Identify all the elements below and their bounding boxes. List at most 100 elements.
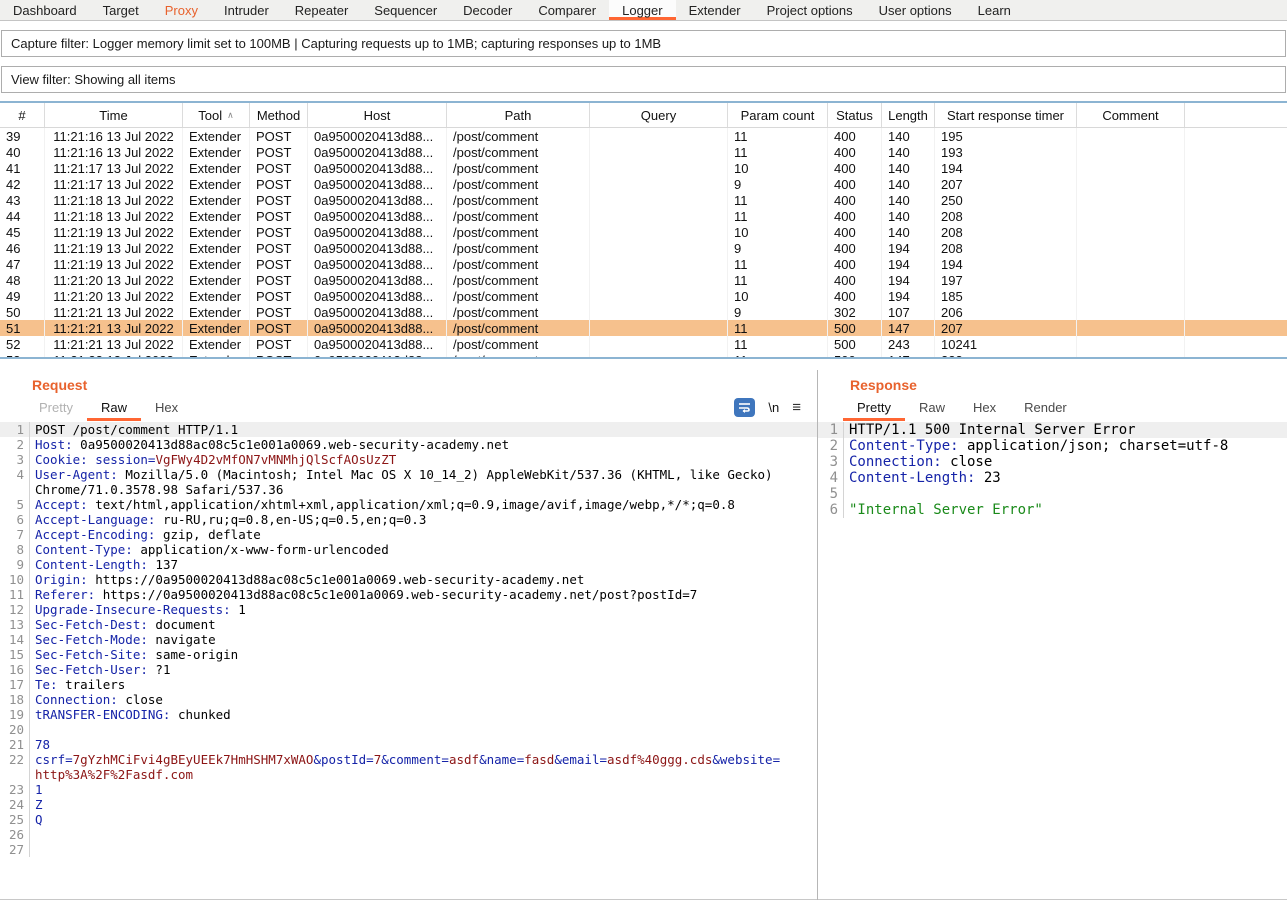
table-row[interactable]: 4611:21:19 13 Jul 2022ExtenderPOST0a9500… bbox=[0, 240, 1287, 256]
cell-time: 11:21:20 13 Jul 2022 bbox=[45, 288, 183, 304]
response-editor[interactable]: 1HTTP/1.1 500 Internal Server Error2Cont… bbox=[818, 421, 1287, 900]
line-number: 5 bbox=[818, 486, 844, 502]
top-tab-proxy[interactable]: Proxy bbox=[152, 0, 211, 20]
syntax-segment: ru-RU,ru;q=0.8,en-US;q=0.5,en;q=0.3 bbox=[155, 512, 426, 527]
table-row[interactable]: 4311:21:18 13 Jul 2022ExtenderPOST0a9500… bbox=[0, 192, 1287, 208]
table-row[interactable]: 5011:21:21 13 Jul 2022ExtenderPOST0a9500… bbox=[0, 304, 1287, 320]
wrap-lines-icon[interactable] bbox=[734, 398, 755, 417]
top-tab-intruder[interactable]: Intruder bbox=[211, 0, 282, 20]
table-row[interactable]: 4711:21:19 13 Jul 2022ExtenderPOST0a9500… bbox=[0, 256, 1287, 272]
top-tab-comparer[interactable]: Comparer bbox=[525, 0, 609, 20]
top-tab-logger[interactable]: Logger bbox=[609, 0, 675, 20]
cell-tool: Extender bbox=[183, 208, 250, 224]
syntax-segment: Content-Type: bbox=[849, 438, 959, 454]
column-header-time[interactable]: Time bbox=[45, 103, 183, 127]
capture-filter-bar[interactable]: Capture filter: Logger memory limit set … bbox=[1, 30, 1286, 57]
top-tab-sequencer[interactable]: Sequencer bbox=[361, 0, 450, 20]
cell-comment bbox=[1077, 352, 1185, 359]
request-tab-hex[interactable]: Hex bbox=[141, 395, 192, 421]
column-header-param_count[interactable]: Param count bbox=[728, 103, 828, 127]
response-tab-raw[interactable]: Raw bbox=[905, 395, 959, 421]
table-row[interactable]: 4511:21:19 13 Jul 2022ExtenderPOST0a9500… bbox=[0, 224, 1287, 240]
cell-host: 0a9500020413d88... bbox=[308, 272, 447, 288]
response-tab-hex[interactable]: Hex bbox=[959, 395, 1010, 421]
cell-tool: Extender bbox=[183, 352, 250, 359]
request-tab-pretty[interactable]: Pretty bbox=[25, 395, 87, 421]
table-row[interactable]: 3911:21:16 13 Jul 2022ExtenderPOST0a9500… bbox=[0, 128, 1287, 144]
top-tab-project-options[interactable]: Project options bbox=[754, 0, 866, 20]
cell-query bbox=[590, 256, 728, 272]
request-editor-tabs: PrettyRawHex \n ≡ bbox=[0, 394, 817, 421]
cell-host: 0a9500020413d88... bbox=[308, 288, 447, 304]
view-filter-bar[interactable]: View filter: Showing all items bbox=[1, 66, 1286, 93]
column-header-length[interactable]: Length bbox=[882, 103, 935, 127]
top-tab-decoder[interactable]: Decoder bbox=[450, 0, 525, 20]
cell-length: 194 bbox=[882, 272, 935, 288]
line-number: 3 bbox=[818, 454, 844, 470]
cell-comment bbox=[1077, 256, 1185, 272]
table-row[interactable]: 5311:21:22 13 Jul 2022ExtenderPOST0a9500… bbox=[0, 352, 1287, 359]
cell-time: 11:21:18 13 Jul 2022 bbox=[45, 192, 183, 208]
line-number: 10 bbox=[0, 572, 30, 587]
line-content: Sec-Fetch-Mode: navigate bbox=[30, 632, 817, 647]
editor-menu-icon[interactable]: ≡ bbox=[792, 399, 801, 416]
table-row[interactable]: 4111:21:17 13 Jul 2022ExtenderPOST0a9500… bbox=[0, 160, 1287, 176]
column-header-status[interactable]: Status bbox=[828, 103, 882, 127]
editor-line: http%3A%2F%2Fasdf.com bbox=[0, 767, 817, 782]
syntax-segment: ?1 bbox=[148, 662, 171, 677]
table-row[interactable]: 4811:21:20 13 Jul 2022ExtenderPOST0a9500… bbox=[0, 272, 1287, 288]
cell-num: 48 bbox=[0, 272, 45, 288]
cell-timer: 10241 bbox=[935, 336, 1077, 352]
top-tab-dashboard[interactable]: Dashboard bbox=[0, 0, 90, 20]
column-header-method[interactable]: Method bbox=[250, 103, 308, 127]
view-filter-text: View filter: Showing all items bbox=[11, 72, 176, 87]
top-tab-user-options[interactable]: User options bbox=[866, 0, 965, 20]
syntax-segment: http%3A%2F%2Fasdf.com bbox=[35, 767, 193, 782]
line-content: Origin: https://0a9500020413d88ac08c5c1e… bbox=[30, 572, 817, 587]
cell-host: 0a9500020413d88... bbox=[308, 208, 447, 224]
line-number: 14 bbox=[0, 632, 30, 647]
cell-time: 11:21:19 13 Jul 2022 bbox=[45, 256, 183, 272]
column-header-timer[interactable]: Start response timer bbox=[935, 103, 1077, 127]
cell-path: /post/comment bbox=[447, 336, 590, 352]
top-tab-learn[interactable]: Learn bbox=[965, 0, 1024, 20]
line-number: 17 bbox=[0, 677, 30, 692]
syntax-segment: Content-Length: bbox=[35, 557, 148, 572]
cell-method: POST bbox=[250, 144, 308, 160]
table-row[interactable]: 4011:21:16 13 Jul 2022ExtenderPOST0a9500… bbox=[0, 144, 1287, 160]
line-number: 9 bbox=[0, 557, 30, 572]
table-row[interactable]: 4411:21:18 13 Jul 2022ExtenderPOST0a9500… bbox=[0, 208, 1287, 224]
top-tab-extender[interactable]: Extender bbox=[676, 0, 754, 20]
nonprinting-chars-icon[interactable]: \n bbox=[768, 400, 779, 415]
request-editor[interactable]: 1POST /post/comment HTTP/1.12Host: 0a950… bbox=[0, 421, 817, 900]
cell-length: 140 bbox=[882, 176, 935, 192]
syntax-segment: Te: bbox=[35, 677, 58, 692]
line-content: Cookie: session=VgFWy4D2vMfON7vMNMhjQlSc… bbox=[30, 452, 817, 467]
cell-status: 302 bbox=[828, 304, 882, 320]
cell-path: /post/comment bbox=[447, 192, 590, 208]
column-header-path[interactable]: Path bbox=[447, 103, 590, 127]
top-tab-target[interactable]: Target bbox=[90, 0, 152, 20]
response-tab-render[interactable]: Render bbox=[1010, 395, 1081, 421]
syntax-segment: &name= bbox=[479, 752, 524, 767]
cell-comment bbox=[1077, 176, 1185, 192]
column-header-query[interactable]: Query bbox=[590, 103, 728, 127]
response-tab-pretty[interactable]: Pretty bbox=[843, 395, 905, 421]
line-number: 27 bbox=[0, 842, 30, 857]
table-row[interactable]: 4211:21:17 13 Jul 2022ExtenderPOST0a9500… bbox=[0, 176, 1287, 192]
column-header-comment[interactable]: Comment bbox=[1077, 103, 1185, 127]
column-header-host[interactable]: Host bbox=[308, 103, 447, 127]
request-tab-raw[interactable]: Raw bbox=[87, 395, 141, 421]
syntax-segment: Accept: bbox=[35, 497, 88, 512]
cell-tool: Extender bbox=[183, 128, 250, 144]
column-header-num[interactable]: # bbox=[0, 103, 45, 127]
table-row[interactable]: 4911:21:20 13 Jul 2022ExtenderPOST0a9500… bbox=[0, 288, 1287, 304]
top-tab-repeater[interactable]: Repeater bbox=[282, 0, 361, 20]
column-header-tool[interactable]: Tool∧ bbox=[183, 103, 250, 127]
table-row[interactable]: 5111:21:21 13 Jul 2022ExtenderPOST0a9500… bbox=[0, 320, 1287, 336]
table-row[interactable]: 5211:21:21 13 Jul 2022ExtenderPOST0a9500… bbox=[0, 336, 1287, 352]
cell-num: 43 bbox=[0, 192, 45, 208]
cell-host: 0a9500020413d88... bbox=[308, 176, 447, 192]
cell-num: 51 bbox=[0, 320, 45, 336]
editor-line: 15Sec-Fetch-Site: same-origin bbox=[0, 647, 817, 662]
